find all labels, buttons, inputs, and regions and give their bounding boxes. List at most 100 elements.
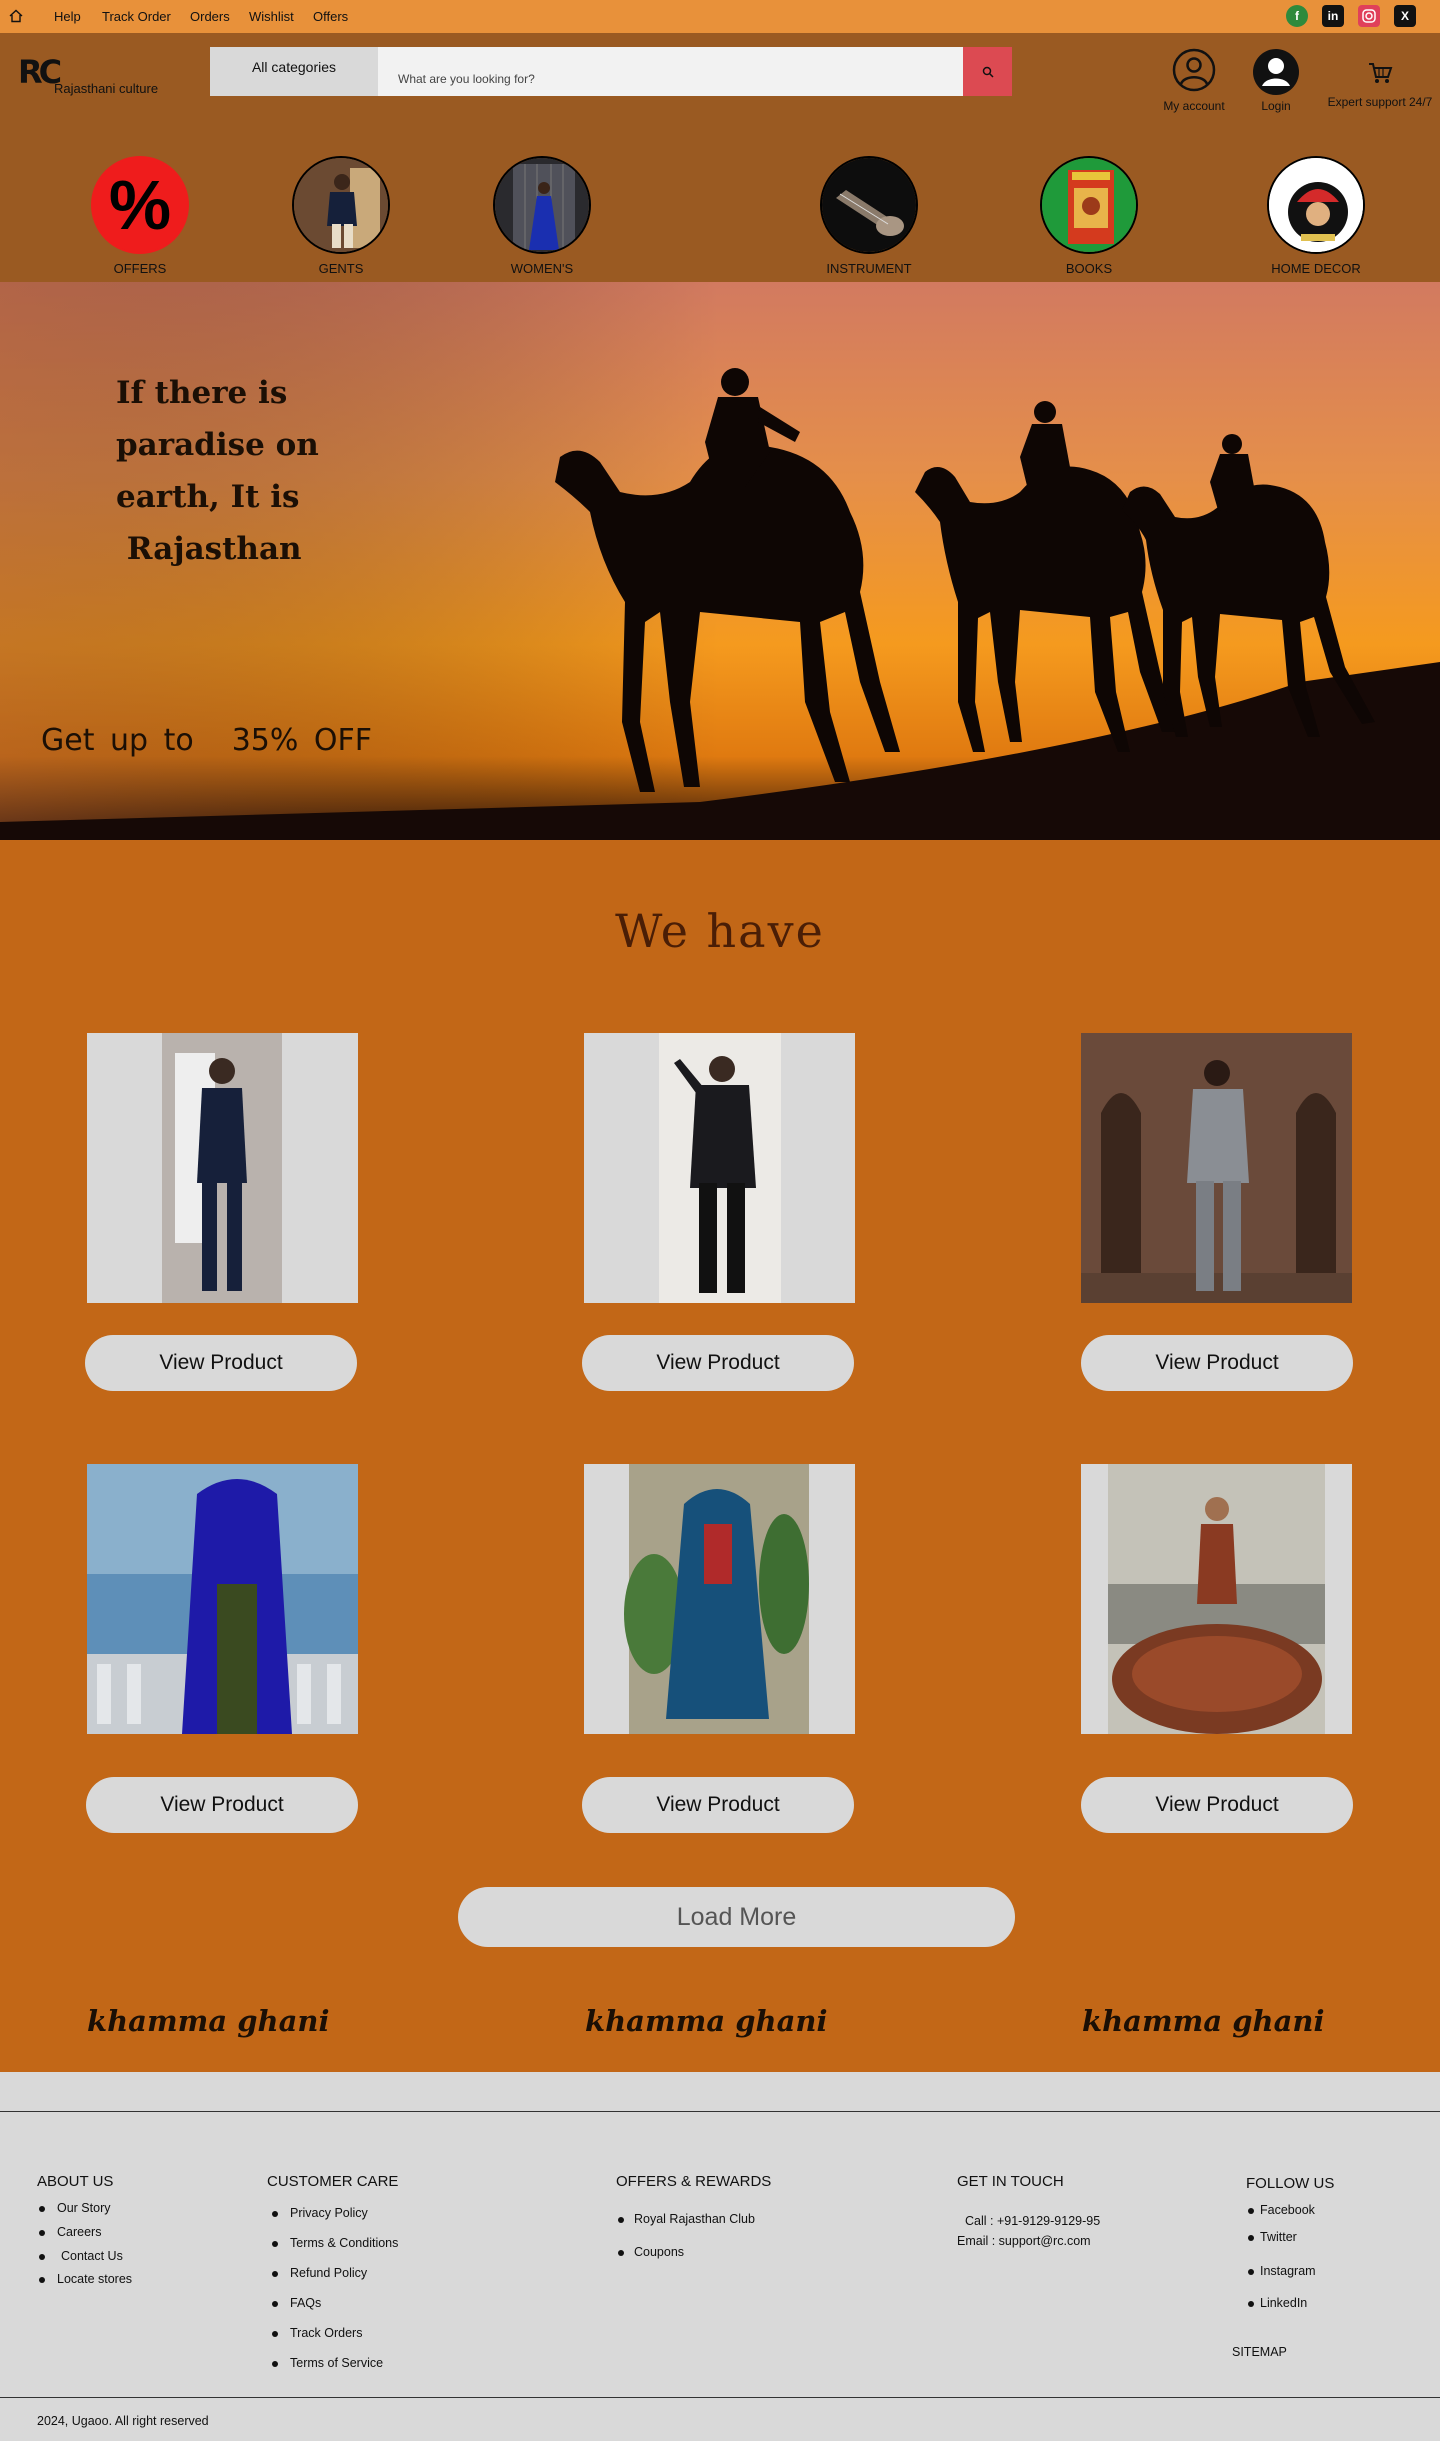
- gents-image: [292, 156, 390, 254]
- footer-offers-column: OFFERS & REWARDS Royal Rajasthan Club Co…: [616, 2173, 771, 2259]
- footer-heading: OFFERS & REWARDS: [616, 2173, 772, 2190]
- footer-link[interactable]: Our Story: [37, 2201, 132, 2215]
- footer-link[interactable]: LinkedIn: [1246, 2296, 1334, 2310]
- category-offers[interactable]: % OFFERS: [70, 156, 210, 276]
- footer-heading: CUSTOMER CARE: [267, 2173, 399, 2190]
- login-label: Login: [1261, 99, 1291, 113]
- footer-follow-column: FOLLOW US Facebook Twitter Instagram Lin…: [1246, 2175, 1334, 2310]
- hero-banner: If there is paradise on earth, It is Raj…: [0, 282, 1440, 840]
- product-image[interactable]: [87, 1464, 358, 1734]
- category-strip: % OFFERS GENTS WOMEN'S INSTRUMENT BOOKS …: [0, 126, 1440, 282]
- category-label: BOOKS: [1065, 261, 1113, 276]
- offer-value: 35% OFF: [231, 723, 373, 758]
- hero-line: Rajasthan: [116, 531, 302, 567]
- hero-headline: If there is paradise on earth, It is Raj…: [116, 367, 416, 575]
- instagram-icon[interactable]: [1358, 5, 1380, 27]
- footer-customer-care-column: CUSTOMER CARE Privacy Policy Terms & Con…: [267, 2173, 398, 2370]
- greeting-text: khamma ghani: [585, 2004, 828, 2038]
- category-label: OFFERS: [113, 261, 167, 276]
- view-product-button[interactable]: View Product: [582, 1777, 854, 1833]
- home-icon[interactable]: [8, 8, 24, 24]
- view-product-button[interactable]: View Product: [1081, 1777, 1353, 1833]
- home-decor-image: [1267, 156, 1365, 254]
- footer-link[interactable]: Careers: [37, 2225, 132, 2239]
- footer-link[interactable]: Royal Rajasthan Club: [616, 2212, 771, 2226]
- books-image: [1040, 156, 1138, 254]
- contact-phone[interactable]: Call : +91-9129-9129-95: [957, 2214, 1100, 2228]
- product-image[interactable]: [87, 1033, 358, 1303]
- view-product-button[interactable]: View Product: [1081, 1335, 1353, 1391]
- footer-link[interactable]: FAQs: [270, 2296, 398, 2310]
- footer-about-column: ABOUT US Our Story Careers Contact Us Lo…: [37, 2173, 132, 2286]
- footer-link[interactable]: Privacy Policy: [270, 2206, 398, 2220]
- nav-orders-link[interactable]: Orders: [190, 9, 230, 24]
- hero-line: If there is: [116, 375, 288, 411]
- greeting-text: khamma ghani: [1082, 2004, 1325, 2038]
- footer-link[interactable]: Instagram: [1246, 2264, 1334, 2278]
- my-account-button[interactable]: My account: [1157, 48, 1231, 113]
- cart-icon: [1369, 63, 1393, 83]
- copyright-text: 2024, Ugaoo. All right reserved: [37, 2414, 209, 2428]
- nav-track-order-link[interactable]: Track Order: [102, 9, 171, 24]
- x-twitter-icon[interactable]: X: [1394, 5, 1416, 27]
- view-product-button[interactable]: View Product: [85, 1335, 357, 1391]
- all-categories-button[interactable]: All categories: [210, 47, 378, 96]
- user-filled-icon: [1253, 49, 1299, 95]
- footer-heading: ABOUT US: [37, 2173, 114, 2190]
- load-more-button[interactable]: Load More: [458, 1887, 1015, 1947]
- footer-link[interactable]: Terms of Service: [270, 2356, 398, 2370]
- category-womens[interactable]: WOMEN'S: [472, 156, 612, 276]
- hero-offer: Get up to 35% OFF: [41, 723, 372, 758]
- facebook-icon[interactable]: f: [1286, 5, 1308, 27]
- view-product-button[interactable]: View Product: [86, 1777, 358, 1833]
- footer-heading: FOLLOW US: [1246, 2175, 1335, 2192]
- hero-line: paradise on: [116, 427, 319, 463]
- footer-link[interactable]: Terms & Conditions: [270, 2236, 398, 2250]
- category-label: INSTRUMENT: [826, 261, 912, 276]
- site-header: RC Rajasthani culture All categories My …: [0, 33, 1440, 126]
- category-books[interactable]: BOOKS: [1019, 156, 1159, 276]
- footer-link[interactable]: Coupons: [616, 2245, 771, 2259]
- user-outline-icon: [1172, 48, 1216, 92]
- product-image[interactable]: [1081, 1464, 1352, 1734]
- product-image[interactable]: [584, 1033, 855, 1303]
- linkedin-icon[interactable]: in: [1322, 5, 1344, 27]
- greeting-text: khamma ghani: [87, 2004, 330, 2038]
- footer-link[interactable]: Track Orders: [270, 2326, 398, 2340]
- category-home-decor[interactable]: HOME DECOR: [1246, 156, 1386, 276]
- instrument-image: [820, 156, 918, 254]
- product-image[interactable]: [584, 1464, 855, 1734]
- contact-email[interactable]: Email : support@rc.com: [957, 2234, 1100, 2248]
- nav-offers-link[interactable]: Offers: [313, 9, 348, 24]
- footer-divider: [0, 2397, 1440, 2398]
- sitemap-link[interactable]: SITEMAP: [1232, 2345, 1287, 2359]
- section-title: We have: [615, 904, 825, 958]
- footer-link[interactable]: Locate stores: [37, 2272, 132, 2286]
- logo-text[interactable]: Rajasthani culture: [54, 81, 158, 96]
- search-button[interactable]: [963, 47, 1012, 96]
- category-label: WOMEN'S: [510, 261, 574, 276]
- search-icon: [982, 66, 994, 78]
- footer-link[interactable]: Refund Policy: [270, 2266, 398, 2280]
- support-label: Expert support 24/7: [1327, 95, 1433, 109]
- category-instrument[interactable]: INSTRUMENT: [799, 156, 939, 276]
- percent-icon: %: [91, 156, 189, 254]
- expert-support-link[interactable]: Expert support 24/7: [1320, 48, 1440, 109]
- logo-mark[interactable]: RC: [18, 53, 62, 91]
- view-product-button[interactable]: View Product: [582, 1335, 854, 1391]
- footer-link[interactable]: Twitter: [1246, 2230, 1334, 2244]
- search-input[interactable]: [378, 47, 964, 96]
- footer-link[interactable]: Contact Us: [37, 2249, 132, 2263]
- product-image[interactable]: [1081, 1033, 1352, 1303]
- footer-link[interactable]: Facebook: [1246, 2203, 1334, 2217]
- category-label: GENTS: [318, 261, 364, 276]
- login-button[interactable]: Login: [1252, 48, 1300, 113]
- nav-help-link[interactable]: Help: [54, 9, 81, 24]
- hero-line: earth, It is: [116, 479, 300, 515]
- womens-image: [493, 156, 591, 254]
- footer-heading: GET IN TOUCH: [957, 2173, 1064, 2190]
- my-account-label: My account: [1163, 99, 1225, 113]
- category-gents[interactable]: GENTS: [271, 156, 411, 276]
- site-footer: ABOUT US Our Story Careers Contact Us Lo…: [0, 2072, 1440, 2441]
- nav-wishlist-link[interactable]: Wishlist: [249, 9, 294, 24]
